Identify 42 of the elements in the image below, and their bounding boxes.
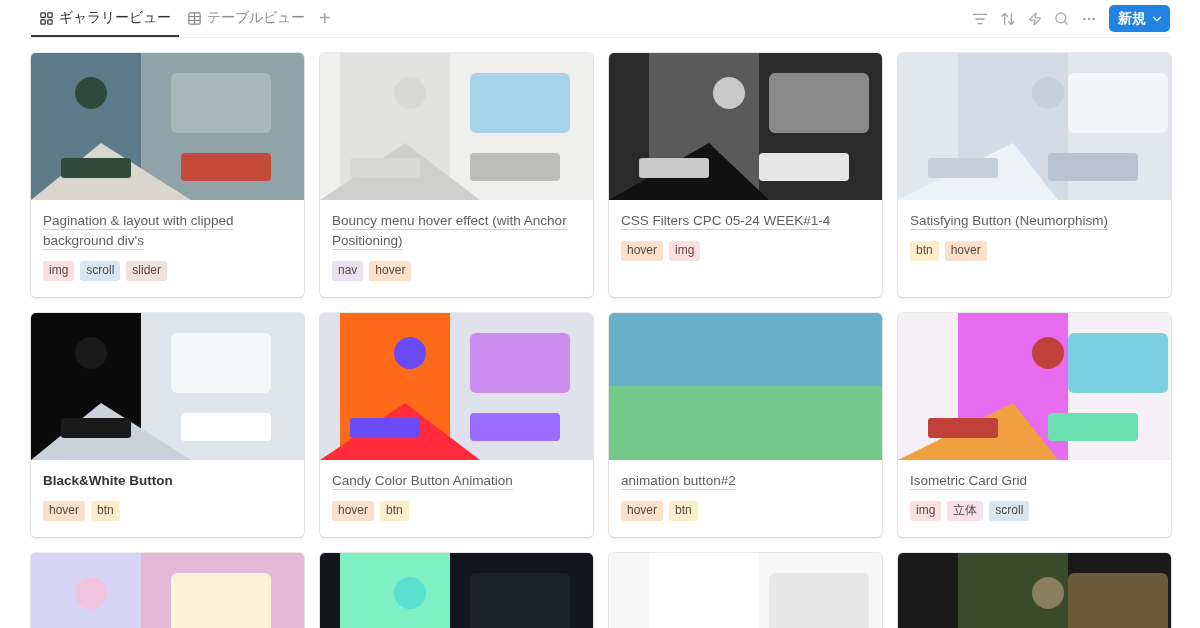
gallery-card[interactable]: Isometric Card Grid img 立体 scroll xyxy=(898,313,1171,537)
gallery-icon xyxy=(39,10,54,26)
tag: scroll xyxy=(989,501,1030,521)
card-title[interactable]: CSS Filters CPC 05-24 WEEK#1-4 xyxy=(621,211,831,231)
tag: btn xyxy=(91,501,120,521)
tag: hover xyxy=(944,241,987,261)
tag: scroll xyxy=(80,261,121,281)
tag: 立体 xyxy=(947,501,984,521)
tag: btn xyxy=(910,241,939,261)
tag: img xyxy=(669,241,701,261)
gallery-card[interactable]: animation button#2 hover btn xyxy=(609,313,882,537)
card-title[interactable]: animation button#2 xyxy=(621,471,736,491)
tag: hover xyxy=(332,501,375,521)
table-icon xyxy=(187,10,202,26)
lightning-icon[interactable] xyxy=(1028,11,1042,26)
tag: btn xyxy=(669,501,698,521)
card-title[interactable]: Bouncy menu hover effect (with Anchor Positioning) xyxy=(332,211,581,251)
card-title[interactable]: Isometric Card Grid xyxy=(910,471,1028,491)
tag: hover xyxy=(621,501,664,521)
new-button[interactable]: 新規 xyxy=(1109,5,1170,32)
tag: hover xyxy=(43,501,86,521)
card-title: Black&White Button xyxy=(43,472,173,490)
search-icon[interactable] xyxy=(1054,11,1069,26)
card-title[interactable]: Satisfying Button (Neumorphism) xyxy=(910,211,1109,231)
tag: hover xyxy=(369,261,412,281)
card-title[interactable]: Pagination & layout with clipped background div's xyxy=(43,211,292,251)
card-title[interactable]: Candy Color Button Animation xyxy=(332,471,513,491)
gallery-card[interactable]: CSS Filters CPC 05-24 WEEK#1-4 hover img xyxy=(609,53,882,297)
gallery-card[interactable]: Pagination & layout with clipped background div's img scroll slider xyxy=(31,53,304,297)
tag: hover xyxy=(621,241,664,261)
sort-icon[interactable] xyxy=(1000,10,1016,27)
gallery-card[interactable]: Black&White Button hover btn xyxy=(31,313,304,537)
gallery-card[interactable]: Candy Color Button Animation hover btn xyxy=(320,313,593,537)
view-tab[interactable]: テーブルビュー xyxy=(179,1,313,37)
view-tab[interactable]: ギャラリービュー xyxy=(31,1,179,37)
gallery-card[interactable]: Bouncy menu hover effect (with Anchor Positioning) nav hover xyxy=(320,53,593,297)
gallery-card[interactable]: Satisfying Button (Neumorphism) btn hover xyxy=(898,53,1171,297)
tag: img xyxy=(43,261,75,281)
tag: nav xyxy=(332,261,364,281)
tag: slider xyxy=(126,261,168,281)
tag: img xyxy=(910,501,942,521)
tag: btn xyxy=(380,501,409,521)
